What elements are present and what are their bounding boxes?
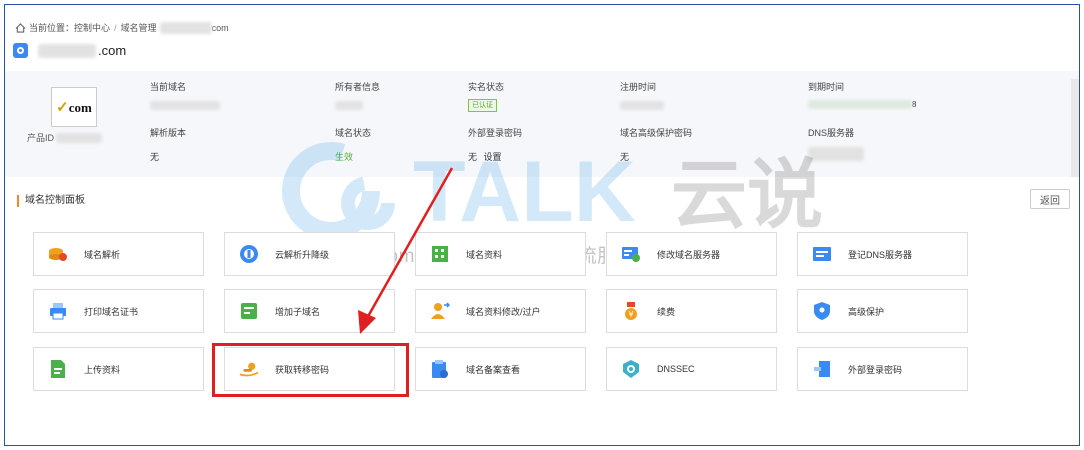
card-label: 域名解析 (84, 249, 121, 260)
renew-icon: ¥ (621, 301, 641, 321)
domain-status-value: 生效 (335, 152, 354, 162)
redacted-product-id (56, 132, 103, 143)
header-realname-status: 实名状态 (468, 82, 505, 92)
add-subdomain-icon (239, 301, 259, 321)
breadcrumb: 当前位置： 控制中心 / 域名管理 com (15, 21, 229, 34)
redacted-expire-time (808, 100, 912, 109)
breadcrumb-separator: / (114, 22, 117, 33)
card-modify-dns-server[interactable]: 修改域名服务器 (606, 232, 777, 276)
card-domain-info[interactable]: 域名资料 (415, 232, 586, 276)
redacted-domain (159, 21, 212, 34)
card-dns-resolve[interactable]: 域名解析 (33, 232, 204, 276)
external-password-set-link[interactable]: 设置 (484, 152, 502, 162)
redacted-current-domain (150, 101, 220, 110)
expire-time-tail: 8 (912, 100, 917, 109)
print-icon (48, 301, 68, 321)
card-transfer-owner[interactable]: 域名资料修改/过户 (415, 289, 586, 333)
home-icon[interactable] (15, 22, 26, 33)
card-upload-doc[interactable]: 上传资料 (33, 347, 204, 391)
card-label: 上传资料 (84, 364, 121, 375)
product-id: 产品ID (27, 131, 103, 144)
card-label: 域名资料 (466, 249, 503, 260)
card-label: 修改域名服务器 (657, 249, 721, 260)
card-label: DNSSEC (657, 364, 695, 374)
external-login-icon (812, 359, 832, 379)
dns-resolve-icon (48, 244, 68, 264)
card-renew[interactable]: ¥ 续费 (606, 289, 777, 333)
redacted-domain-name (38, 43, 96, 58)
domain-globe-icon (13, 43, 28, 58)
dnssec-icon (621, 359, 641, 379)
header-current-domain: 当前域名 (150, 82, 187, 92)
card-dnssec[interactable]: DNSSEC (606, 347, 777, 391)
card-label: 域名备案查看 (466, 364, 521, 375)
card-cloud-dns-upgrade[interactable]: 云解析升降级 (224, 232, 395, 276)
header-advanced-password: 域名高级保护密码 (620, 128, 693, 138)
card-label: 续费 (657, 306, 676, 317)
redacted-dns-server (808, 147, 864, 161)
svg-text:¥: ¥ (629, 310, 634, 319)
header-domain-status: 域名状态 (335, 128, 372, 138)
cloud-dns-upgrade-icon (239, 244, 259, 264)
advanced-password-value: 无 (620, 152, 630, 162)
header-expire-time: 到期时间 (808, 82, 845, 92)
com-logo: ✓com (51, 87, 97, 127)
shield-icon (812, 301, 832, 321)
header-external-password: 外部登录密码 (468, 128, 523, 138)
card-label: 外部登录密码 (848, 364, 903, 375)
card-label: 登记DNS服务器 (848, 249, 913, 260)
realname-verified-badge: 已认证 (468, 99, 497, 112)
card-advanced-protect[interactable]: 高级保护 (797, 289, 968, 333)
icp-record-icon (430, 359, 450, 379)
card-external-login[interactable]: 外部登录密码 (797, 347, 968, 391)
header-register-time: 注册时间 (620, 82, 657, 92)
transfer-owner-icon (430, 301, 450, 321)
register-dns-icon (812, 244, 832, 264)
redacted-owner (335, 101, 363, 110)
product-id-label: 产品ID (27, 133, 55, 143)
card-print-certificate[interactable]: 打印域名证书 (33, 289, 204, 333)
card-add-subdomain[interactable]: 增加子域名 (224, 289, 395, 333)
header-resolve-version: 解析版本 (150, 128, 187, 138)
domain-info-icon (430, 244, 450, 264)
breadcrumb-control-center[interactable]: 控制中心 (74, 21, 110, 34)
breadcrumb-domain-manage[interactable]: 域名管理 (121, 21, 157, 34)
domain-info-panel: ✓com 产品ID 当前域名 所有者信息 实名状态 注册时间 到期时间 已认证 … (5, 71, 1079, 177)
header-owner-info: 所有者信息 (335, 82, 381, 92)
card-icp-record[interactable]: 域名备案查看 (415, 347, 586, 391)
highlight-box (212, 343, 409, 397)
card-label: 高级保护 (848, 306, 885, 317)
header-dns-server: DNS服务器 (808, 128, 855, 138)
upload-doc-icon (48, 359, 68, 379)
external-password-value: 无 (468, 152, 478, 162)
info-scrollbar[interactable] (1071, 79, 1079, 177)
breadcrumb-prefix: 当前位置： (29, 23, 75, 33)
back-button[interactable]: 返回 (1030, 189, 1070, 209)
page-frame: 当前位置： 控制中心 / 域名管理 com .com ✓com 产品ID 当前域… (4, 4, 1080, 446)
card-register-dns[interactable]: 登记DNS服务器 (797, 232, 968, 276)
breadcrumb-domain-suffix: com (211, 22, 229, 33)
domain-suffix: .com (98, 43, 127, 58)
resolve-version-value: 无 (150, 152, 160, 162)
modify-dns-server-icon (621, 244, 641, 264)
redacted-register-time (620, 101, 664, 110)
domain-title: .com (13, 43, 126, 58)
panel-title: 域名控制面板 (17, 195, 85, 207)
card-label: 域名资料修改/过户 (466, 306, 541, 317)
card-label: 云解析升降级 (275, 249, 330, 260)
card-label: 打印域名证书 (84, 306, 139, 317)
card-label: 增加子域名 (275, 306, 321, 317)
